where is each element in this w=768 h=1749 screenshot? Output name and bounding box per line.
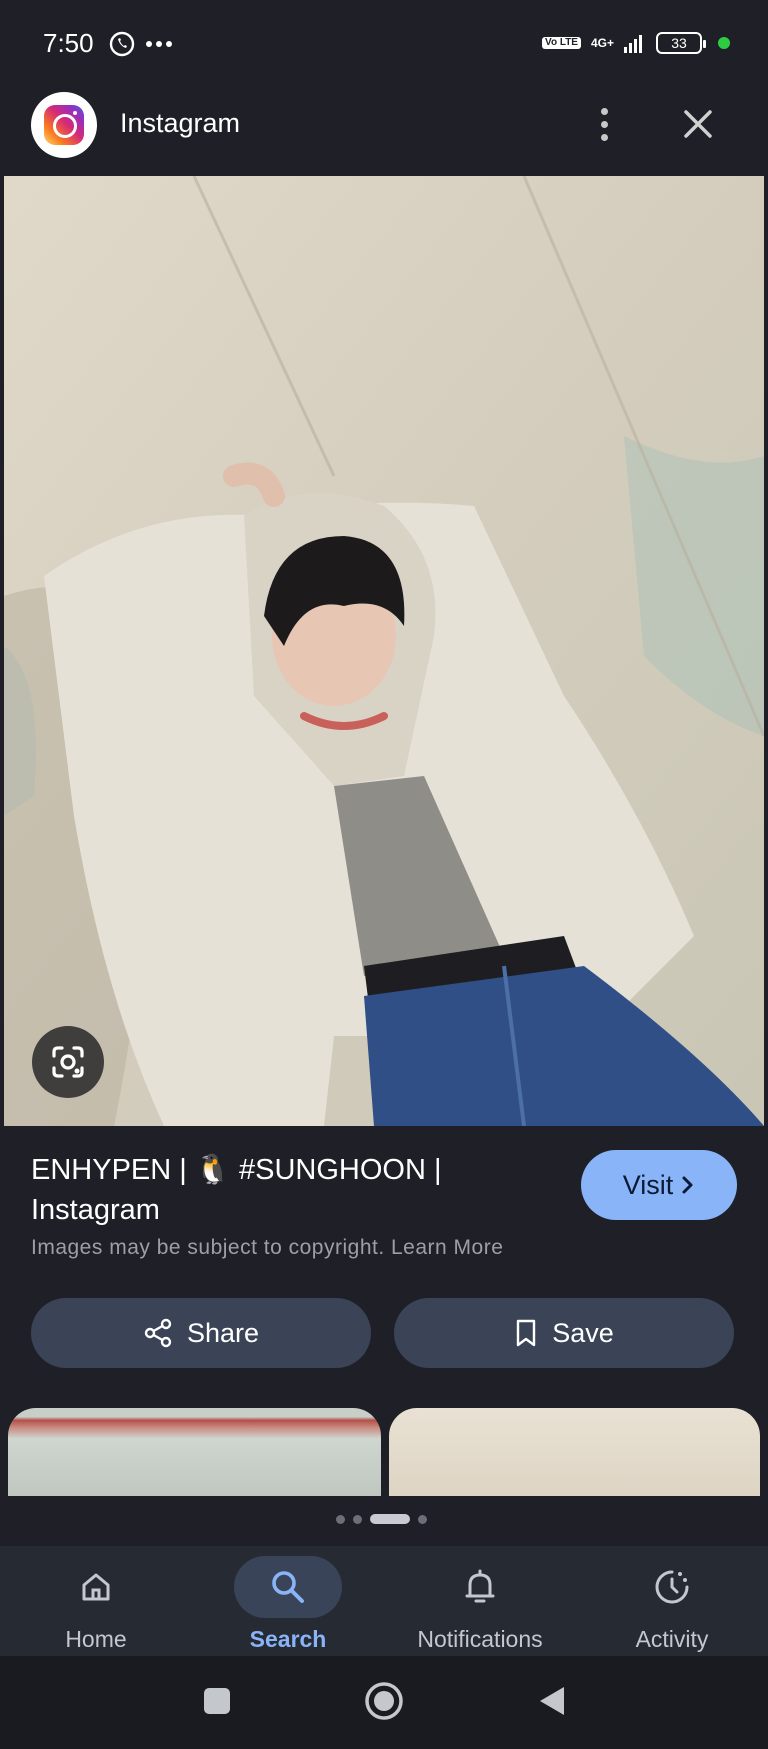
- back-icon[interactable]: [527, 1676, 577, 1726]
- save-label: Save: [552, 1317, 614, 1348]
- more-vert-icon[interactable]: [586, 102, 622, 146]
- instagram-icon[interactable]: [31, 92, 97, 158]
- nav-activity-label: Activity: [635, 1626, 709, 1652]
- close-icon[interactable]: [676, 102, 720, 146]
- copyright-notice[interactable]: Images may be subject to copyright. Lear…: [31, 1236, 503, 1260]
- result-title[interactable]: ENHYPEN | 🐧 #SUNGHOON | Instagram: [31, 1150, 551, 1230]
- search-icon: [234, 1556, 342, 1618]
- nav-home[interactable]: Home: [0, 1546, 192, 1656]
- save-button[interactable]: Save: [394, 1298, 734, 1368]
- status-time: 7:50: [43, 28, 94, 58]
- visit-label: Visit: [622, 1169, 674, 1200]
- bell-icon: [426, 1556, 534, 1618]
- phone-bubble-icon: [109, 31, 135, 57]
- network-label: 4G+: [590, 36, 614, 50]
- app-title: Instagram: [120, 108, 241, 138]
- bookmark-icon: [517, 1319, 536, 1347]
- battery-indicator: 33: [656, 32, 706, 54]
- visit-button[interactable]: Visit: [581, 1150, 737, 1220]
- home-icon: [42, 1556, 150, 1618]
- related-image-2[interactable]: [389, 1408, 760, 1496]
- app-header: Instagram: [0, 92, 768, 176]
- chevron-right-icon: [682, 1176, 693, 1194]
- recents-icon[interactable]: [192, 1676, 242, 1726]
- status-bar: 7:50 Vo LTE 4G+ 33: [0, 0, 768, 92]
- nav-search-label: Search: [249, 1626, 327, 1652]
- nav-activity[interactable]: Activity: [576, 1546, 768, 1656]
- volte-badge: Vo LTE: [542, 37, 581, 49]
- related-image-1[interactable]: [8, 1408, 381, 1496]
- share-button[interactable]: Share: [31, 1298, 371, 1368]
- bottom-nav: Home Search Notifications Activity: [0, 1546, 768, 1656]
- share-icon: [144, 1318, 172, 1348]
- result-image[interactable]: [4, 176, 764, 1126]
- signal-icon: [624, 35, 642, 53]
- share-label: Share: [186, 1317, 260, 1348]
- nav-search[interactable]: Search: [192, 1546, 384, 1656]
- nav-notifications-label: Notifications: [417, 1626, 543, 1652]
- page-indicator: [336, 1514, 427, 1524]
- status-right: Vo LTE 4G+ 33: [542, 32, 730, 54]
- system-nav-bar: [0, 1656, 768, 1749]
- google-lens-icon[interactable]: [32, 1026, 104, 1098]
- status-notifications: [108, 30, 172, 58]
- nav-notifications[interactable]: Notifications: [384, 1546, 576, 1656]
- activity-icon: [618, 1556, 726, 1618]
- photo-illustration: [4, 176, 764, 1126]
- more-horiz-icon: [146, 41, 172, 47]
- privacy-dot: [718, 37, 730, 49]
- home-button-icon[interactable]: [359, 1676, 409, 1726]
- nav-home-label: Home: [65, 1626, 127, 1652]
